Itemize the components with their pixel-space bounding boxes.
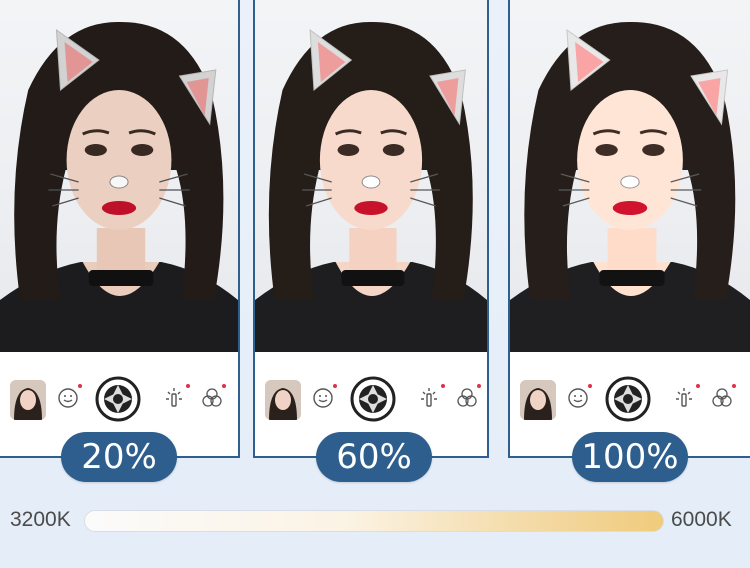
preview-photo (255, 0, 487, 352)
notification-dot (732, 384, 736, 388)
magic-wand-icon[interactable] (672, 386, 696, 410)
notification-dot (78, 384, 82, 388)
scale-min-label: 3200K (10, 508, 71, 531)
filter-circles-icon[interactable] (710, 386, 734, 410)
notification-dot (696, 384, 700, 388)
magic-wand-icon[interactable] (162, 386, 186, 410)
notification-dot (222, 384, 226, 388)
avatar-thumbnail[interactable] (10, 380, 46, 420)
beauty-panel-100 (508, 0, 750, 458)
shutter-icon[interactable] (350, 376, 396, 422)
smile-icon[interactable] (566, 386, 590, 410)
shutter-icon[interactable] (605, 376, 651, 422)
preview-photo (0, 0, 238, 352)
notification-dot (588, 384, 592, 388)
notification-dot (441, 384, 445, 388)
smile-icon[interactable] (311, 386, 335, 410)
magic-wand-icon[interactable] (417, 386, 441, 410)
smile-icon[interactable] (56, 386, 80, 410)
beauty-panel-60 (253, 0, 489, 458)
filter-circles-icon[interactable] (200, 386, 224, 410)
percent-badge-100: 100% (572, 432, 688, 482)
percent-badge-20: 20% (61, 432, 177, 482)
notification-dot (333, 384, 337, 388)
shutter-icon[interactable] (95, 376, 141, 422)
filter-circles-icon[interactable] (455, 386, 479, 410)
beauty-panel-20 (0, 0, 240, 458)
scale-max-label: 6000K (671, 508, 732, 531)
percent-badge-60: 60% (316, 432, 432, 482)
preview-photo (510, 0, 750, 352)
color-temperature-bar (84, 510, 664, 532)
notification-dot (186, 384, 190, 388)
notification-dot (477, 384, 481, 388)
avatar-thumbnail[interactable] (520, 380, 556, 420)
avatar-thumbnail[interactable] (265, 380, 301, 420)
